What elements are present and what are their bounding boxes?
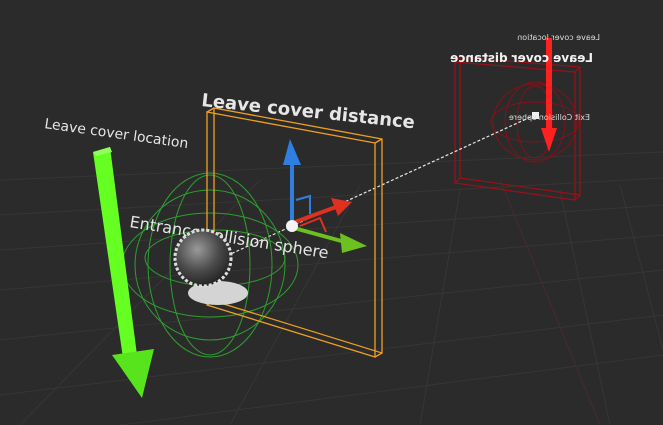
- grid-axis-x-line: [499, 179, 601, 425]
- location-label: Leave cover location: [43, 116, 189, 152]
- mirror-exit-sphere-label: Exit Collision sphere: [509, 113, 590, 122]
- distance-label: Leave cover distance: [200, 90, 415, 133]
- mirror-distance-label: Leave cover distance: [450, 51, 593, 65]
- gizmo-y-head: [340, 233, 367, 253]
- gizmo-center-handle[interactable]: [286, 220, 298, 232]
- sphere-actor-overlay: [173, 228, 233, 288]
- scene-viewport[interactable]: Leave cover location Leave cover distanc…: [0, 0, 663, 425]
- mirror-leave-cover-gizmo[interactable]: Leave cover location Leave cover distanc…: [450, 33, 600, 201]
- leave-cover-location-arrow[interactable]: [93, 147, 154, 398]
- scene-canvas[interactable]: Leave cover location Leave cover distanc…: [0, 0, 663, 425]
- mirror-location-label: Leave cover location: [517, 33, 600, 42]
- mirror-collision-sphere[interactable]: [490, 81, 580, 163]
- gizmo-plane-yz[interactable]: [295, 194, 311, 214]
- gizmo-z-head: [283, 139, 301, 165]
